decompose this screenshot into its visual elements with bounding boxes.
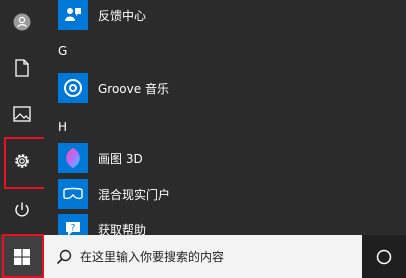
cortana-icon bbox=[376, 249, 392, 264]
group-header-g[interactable]: G bbox=[58, 44, 67, 58]
pictures-button[interactable] bbox=[0, 92, 44, 136]
paint-3d-icon bbox=[66, 148, 80, 168]
taskbar-search-box[interactable]: 在这里输入你要搜索的内容 bbox=[44, 235, 362, 278]
app-mixed-reality-portal[interactable]: 混合现实门户 bbox=[58, 176, 388, 212]
app-groove-music[interactable]: Groove 音乐 bbox=[58, 70, 388, 106]
start-highlight-box bbox=[2, 234, 44, 278]
app-label: 画图 3D bbox=[98, 151, 143, 166]
svg-text:?: ? bbox=[71, 224, 76, 234]
app-label: Groove 音乐 bbox=[98, 81, 169, 96]
feedback-hub-tile bbox=[58, 0, 88, 30]
cortana-button[interactable] bbox=[362, 235, 406, 278]
paint-3d-tile bbox=[58, 143, 88, 173]
account-button[interactable] bbox=[0, 0, 44, 44]
mixed-reality-portal-icon bbox=[63, 187, 83, 200]
search-icon bbox=[56, 249, 72, 264]
groove-music-icon bbox=[64, 79, 82, 97]
app-paint-3d[interactable]: 画图 3D bbox=[58, 140, 388, 176]
start-menu-rail bbox=[0, 0, 44, 235]
power-icon bbox=[15, 202, 29, 217]
power-button[interactable] bbox=[0, 188, 44, 232]
taskbar: 在这里输入你要搜索的内容 bbox=[0, 235, 406, 278]
account-icon bbox=[13, 13, 31, 31]
app-label: 反馈中心 bbox=[98, 8, 147, 23]
app-label: 混合现实门户 bbox=[98, 187, 171, 202]
documents-button[interactable] bbox=[0, 46, 44, 90]
groove-music-tile bbox=[58, 73, 88, 103]
documents-icon bbox=[15, 59, 29, 77]
app-list: 反馈中心 G Groove 音乐 H 画图 3D 混合现实门户 ? 获取帮助 bbox=[44, 0, 406, 244]
mixed-reality-portal-tile bbox=[58, 179, 88, 209]
app-feedback-hub[interactable]: 反馈中心 bbox=[58, 0, 388, 33]
pictures-icon bbox=[13, 106, 31, 122]
feedback-hub-icon bbox=[65, 8, 81, 21]
group-header-h[interactable]: H bbox=[58, 120, 67, 134]
search-placeholder: 在这里输入你要搜索的内容 bbox=[80, 250, 225, 264]
